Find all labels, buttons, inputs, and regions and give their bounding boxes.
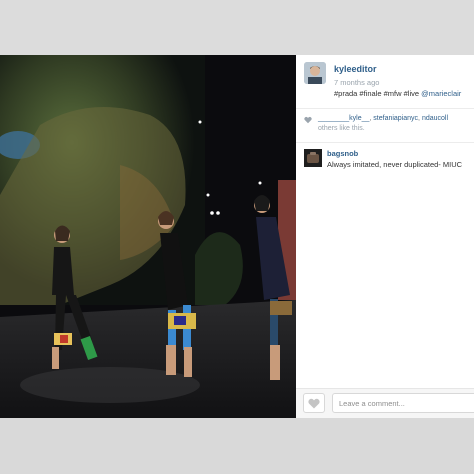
bottom-band — [0, 418, 474, 474]
post-timestamp[interactable]: 7 months ago — [334, 78, 379, 87]
post-caption: #prada #finale #mfw #live @marieclair — [334, 89, 461, 98]
author-avatar[interactable] — [304, 62, 326, 84]
liker-link[interactable]: ________kyle__ — [318, 115, 369, 122]
comment-input[interactable] — [332, 393, 474, 413]
author-username[interactable]: kyleeditor — [334, 64, 377, 74]
comment-footer — [296, 388, 474, 418]
likes-others-text: others like this. — [318, 125, 365, 132]
likes-section: ________kyle__, stefaniapianyc, ndaucoll… — [296, 111, 474, 139]
heart-icon — [304, 116, 312, 124]
heart-icon — [308, 398, 320, 408]
liker-link[interactable]: ndaucoll — [422, 115, 448, 122]
caption-mention[interactable]: @marieclair — [421, 89, 461, 98]
post-photo[interactable] — [0, 55, 296, 418]
commenter-avatar[interactable] — [304, 149, 322, 167]
likers-list: ________kyle__, stefaniapianyc, ndaucoll — [318, 115, 449, 122]
post-side-panel: kyleeditor 7 months ago #prada #finale #… — [296, 55, 474, 418]
top-band — [0, 0, 474, 55]
like-button[interactable] — [303, 393, 325, 413]
divider — [296, 108, 474, 109]
post-header: kyleeditor 7 months ago #prada #finale #… — [296, 55, 474, 107]
divider — [296, 142, 474, 143]
liker-link[interactable]: stefaniapianyc — [373, 115, 418, 122]
comment-item: bagsnob Always imitated, never duplicate… — [296, 147, 474, 177]
comment-text: Always imitated, never duplicated- MIUC — [327, 160, 463, 169]
runway-photo-image — [0, 55, 296, 418]
comment-username[interactable]: bagsnob — [327, 149, 358, 158]
caption-hashtags[interactable]: #prada #finale #mfw #live — [334, 89, 419, 98]
